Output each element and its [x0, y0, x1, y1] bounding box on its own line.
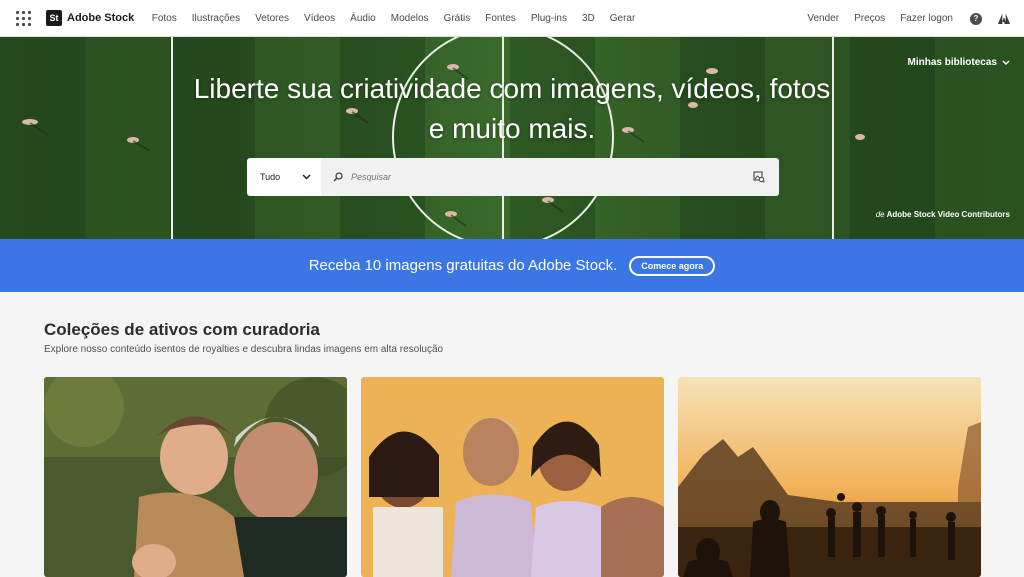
hero-banner: Liberte sua criatividade com imagens, ví…: [0, 37, 1024, 239]
top-navigation: St Adobe Stock Fotos Ilustrações Vetores…: [0, 0, 1024, 37]
chevron-down-icon: [302, 174, 311, 180]
search-bar: Tudo: [247, 158, 779, 196]
collection-card-women[interactable]: [361, 377, 664, 577]
account-nav: Vender Preços Fazer logon ?: [807, 0, 1024, 37]
beach-photo: [678, 377, 981, 577]
hero-headline-line1: Liberte sua criatividade com imagens, ví…: [193, 73, 831, 104]
promo-text: Receba 10 imagens gratuitas do Adobe Sto…: [308, 257, 618, 274]
category-select-value: Tudo: [260, 172, 281, 182]
nav-link-vetores[interactable]: Vetores: [255, 13, 289, 24]
hero-headline: Liberte sua criatividade com imagens, ví…: [0, 69, 1024, 149]
collections-subtitle: Explore nosso conteúdo isentos de royalt…: [44, 344, 444, 355]
credit-name: Adobe Stock Video Contributors: [886, 210, 1010, 219]
start-now-button[interactable]: Comece agora: [629, 255, 716, 276]
category-select[interactable]: Tudo: [247, 158, 321, 196]
login-link[interactable]: Fazer logon: [900, 13, 953, 24]
hero-headline-line2: e muito mais.: [428, 113, 596, 144]
collection-card-beach[interactable]: [678, 377, 981, 577]
nav-link-fotos[interactable]: Fotos: [152, 13, 177, 24]
search-input[interactable]: [351, 172, 731, 182]
image-credit: de Adobe Stock Video Contributors: [876, 210, 1010, 219]
nav-link-modelos[interactable]: Modelos: [391, 13, 429, 24]
search-icon: [333, 172, 343, 182]
help-icon[interactable]: ?: [970, 12, 982, 25]
nav-link-gerar[interactable]: Gerar: [610, 13, 636, 24]
vender-link[interactable]: Vender: [807, 13, 839, 24]
chevron-down-icon: [1002, 59, 1010, 65]
credit-prefix: de: [875, 210, 885, 219]
app-grid-icon[interactable]: [12, 7, 34, 29]
my-libraries-label: Minhas bibliotecas: [907, 57, 997, 68]
category-nav: Fotos Ilustrações Vetores Vídeos Áudio M…: [144, 13, 643, 24]
brand-mark: St: [46, 10, 62, 26]
collection-card-family[interactable]: [44, 377, 347, 577]
visual-search-icon[interactable]: [753, 171, 765, 183]
collections-title: Coleções de ativos com curadoria: [44, 320, 320, 339]
nav-link-videos[interactable]: Vídeos: [304, 13, 335, 24]
curated-collections: Coleções de ativos com curadoria Explore…: [0, 292, 1024, 577]
nav-link-fontes[interactable]: Fontes: [485, 13, 516, 24]
women-photo: [361, 377, 664, 577]
nav-link-3d[interactable]: 3D: [582, 13, 595, 24]
adobe-icon[interactable]: [998, 13, 1010, 25]
adobe-stock-logo[interactable]: St Adobe Stock: [46, 10, 134, 26]
brand-name: Adobe Stock: [67, 12, 135, 24]
nav-link-gratis[interactable]: Grátis: [444, 13, 471, 24]
search-field: [321, 158, 779, 196]
promo-banner: Receba 10 imagens gratuitas do Adobe Sto…: [0, 239, 1024, 292]
nav-link-ilustracoes[interactable]: Ilustrações: [192, 13, 240, 24]
my-libraries-button[interactable]: Minhas bibliotecas: [908, 57, 1010, 68]
nav-link-audio[interactable]: Áudio: [350, 13, 376, 24]
nav-link-plugins[interactable]: Plug-ins: [531, 13, 567, 24]
precos-link[interactable]: Preços: [854, 13, 885, 24]
family-photo: [44, 377, 347, 577]
